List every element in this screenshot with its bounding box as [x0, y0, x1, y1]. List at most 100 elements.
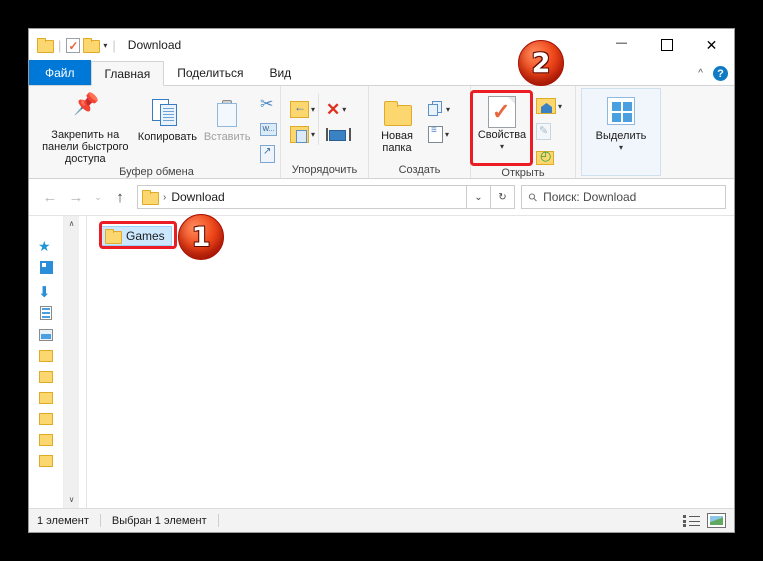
new-folder-icon[interactable]	[83, 38, 101, 53]
navigation-pane: ∧ ∨	[29, 216, 86, 508]
history-button[interactable]	[536, 145, 562, 167]
properties-button[interactable]: ✓ Свойства ▾	[471, 91, 533, 153]
ribbon-tab-bar-right: ^ ?	[698, 66, 728, 81]
downloads-icon[interactable]	[38, 283, 54, 297]
documents-icon[interactable]	[40, 306, 52, 320]
recent-locations-button[interactable]: ⌄	[89, 184, 107, 210]
search-placeholder: Поиск: Download	[543, 190, 637, 204]
large-icons-view-icon[interactable]	[707, 513, 726, 528]
back-button[interactable]: ←	[37, 184, 63, 210]
quick-access-star-icon[interactable]	[38, 238, 54, 252]
chevron-down-icon[interactable]: ▾	[558, 102, 562, 111]
status-divider-2	[217, 514, 219, 527]
scissors-icon	[260, 94, 273, 114]
qat-divider-2: |	[112, 37, 116, 53]
paste-clipboard-icon	[215, 97, 239, 131]
move-to-button[interactable]: ▾	[290, 98, 315, 120]
properties-checkmark-icon[interactable]: ✓	[66, 37, 81, 53]
address-field[interactable]: › Download	[137, 185, 467, 209]
new-folder-button[interactable]: Новая папка	[369, 92, 425, 154]
search-input[interactable]: ⚲ Поиск: Download	[521, 185, 726, 209]
easy-access-button[interactable]: ▾	[428, 123, 450, 145]
clipboard-small-buttons: W...	[257, 89, 280, 165]
search-icon: ⚲	[526, 190, 541, 205]
chevron-down-icon[interactable]: ▾	[342, 105, 346, 114]
new-small-buttons: ▾ ▾	[425, 92, 453, 145]
close-button[interactable]	[689, 29, 734, 61]
chevron-down-icon[interactable]: ▾	[311, 130, 315, 139]
move-to-icon	[290, 100, 309, 118]
forward-button[interactable]: →	[63, 184, 89, 210]
organize-col-2: ✕ ▾	[318, 94, 352, 145]
window-controls	[599, 29, 734, 61]
folder-icon[interactable]	[39, 392, 53, 404]
breadcrumb[interactable]: Download	[171, 190, 224, 204]
folder-icon[interactable]	[37, 38, 54, 53]
rename-button[interactable]	[326, 123, 352, 145]
chevron-down-icon[interactable]: ▾	[500, 141, 504, 153]
properties-label: Свойства	[477, 129, 527, 141]
navigation-pane-icons	[29, 216, 63, 508]
paste-button[interactable]: Вставить	[197, 89, 257, 143]
tab-file[interactable]: Файл	[29, 60, 91, 85]
new-folder-icon	[382, 96, 412, 130]
file-list[interactable]: Games	[86, 216, 734, 508]
chevron-up-icon[interactable]: ^	[698, 68, 703, 79]
pin-to-quick-access-label: Закрепить на панели быстрого доступа	[42, 129, 129, 165]
up-button[interactable]: ↑	[107, 184, 133, 210]
chevron-down-icon[interactable]: ▾	[445, 130, 449, 139]
copy-path-button[interactable]: W...	[260, 118, 277, 140]
select-label: Выделить	[595, 130, 647, 142]
list-item[interactable]: Games	[101, 226, 172, 246]
folder-icon[interactable]	[39, 350, 53, 362]
item-count: 1 элемент	[37, 514, 89, 527]
scroll-down-icon[interactable]: ∨	[69, 492, 75, 508]
refresh-button[interactable]: ↻	[491, 185, 515, 209]
folder-icon[interactable]	[39, 413, 53, 425]
chevron-down-icon[interactable]: ▾	[103, 41, 107, 50]
navigation-pane-scrollbar[interactable]: ∧ ∨	[63, 216, 79, 508]
folder-icon	[105, 229, 122, 244]
copy-button[interactable]: Копировать	[138, 89, 198, 143]
edit-button[interactable]	[536, 120, 562, 142]
quick-access-toolbar: | ✓ ▾ |	[29, 37, 118, 53]
chevron-down-icon[interactable]: ▾	[619, 143, 623, 152]
paste-shortcut-button[interactable]	[260, 143, 277, 165]
select-button[interactable]: Выделить ▾	[581, 88, 661, 176]
ribbon-group-clipboard-label: Буфер обмена	[119, 165, 194, 178]
chevron-down-icon[interactable]: ▾	[446, 105, 450, 114]
step-badge-1: 1	[178, 214, 224, 260]
easy-access-icon	[428, 125, 443, 143]
tab-share[interactable]: Поделиться	[164, 60, 256, 85]
folder-icon[interactable]	[39, 371, 53, 383]
folder-icon[interactable]	[39, 455, 53, 467]
open-small-buttons: ▾	[533, 91, 565, 167]
ribbon-group-new: Новая папка ▾ ▾ Создать	[369, 86, 471, 178]
tab-view[interactable]: Вид	[256, 60, 304, 85]
delete-button[interactable]: ✕ ▾	[326, 98, 347, 120]
tab-home[interactable]: Главная	[90, 61, 165, 86]
paste-label: Вставить	[203, 131, 251, 143]
copy-to-button[interactable]: ▾	[290, 123, 315, 145]
new-item-button[interactable]: ▾	[428, 98, 450, 120]
new-item-icon	[428, 101, 444, 117]
cut-button[interactable]	[260, 93, 277, 115]
details-view-icon[interactable]	[683, 514, 701, 528]
copy-icon	[152, 97, 182, 131]
list-item-label: Games	[126, 229, 165, 243]
window-body: ∧ ∨ Games	[29, 215, 734, 508]
onedrive-icon[interactable]	[39, 261, 53, 274]
open-with-button[interactable]: ▾	[536, 95, 562, 117]
ribbon-group-organize: ▾ ▾ ✕▾ Упорядочи	[281, 86, 369, 178]
maximize-button[interactable]	[644, 29, 689, 61]
pin-to-quick-access-button[interactable]: Закрепить на панели быстрого доступа	[33, 89, 138, 165]
explorer-window: | ✓ ▾ | Download Файл Главная Поделиться…	[28, 28, 735, 533]
minimize-button[interactable]	[599, 29, 644, 61]
help-icon[interactable]: ?	[713, 66, 728, 81]
scroll-up-icon[interactable]: ∧	[69, 216, 75, 232]
pictures-icon[interactable]	[39, 329, 53, 341]
address-dropdown-button[interactable]: ⌄	[467, 185, 491, 209]
chevron-down-icon[interactable]: ▾	[311, 105, 315, 114]
breadcrumb-separator: ›	[163, 191, 167, 203]
folder-icon[interactable]	[39, 434, 53, 446]
